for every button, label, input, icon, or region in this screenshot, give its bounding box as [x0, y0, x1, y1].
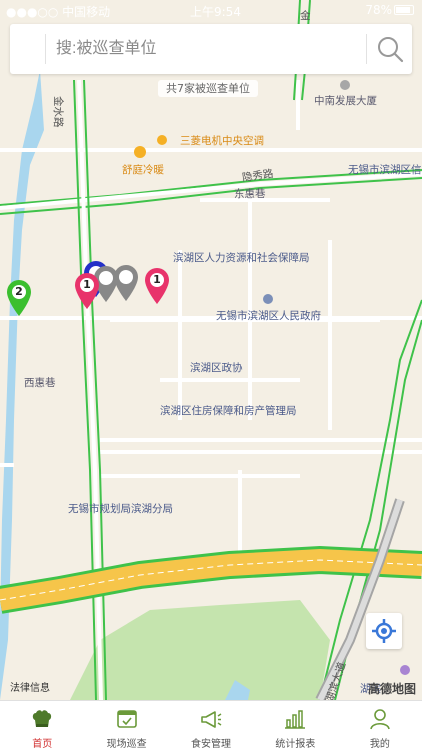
tab-label: 我的: [369, 739, 390, 750]
inspection-board-icon: [116, 710, 137, 728]
search-divider: [366, 34, 367, 64]
map-label-housing: 滨湖区住房保障和房产管理局: [160, 405, 297, 417]
user-icon: [370, 709, 390, 730]
map-label-cppcc: 滨湖区政协: [190, 362, 243, 374]
megaphone-icon: [201, 711, 222, 728]
search-divider: [45, 34, 46, 64]
status-bar: ●●●○○ 中国移动 上午9:54 78%: [0, 0, 422, 22]
status-time: 上午9:54: [190, 5, 241, 19]
map-label-jinshui-road: 金水路: [52, 96, 64, 128]
map-label-xihui-lane: 西惠巷: [24, 377, 56, 389]
marker-count: 1: [153, 273, 161, 286]
tab-label: 食安管理: [191, 739, 232, 750]
carrier-text: ●●●○○ 中国移动: [6, 5, 111, 19]
marker-count: 2: [15, 285, 23, 298]
inspection-marker[interactable]: 2: [5, 279, 33, 317]
tab-food-safety[interactable]: 食安管理: [169, 701, 253, 750]
unit-count-chip: 共7家被巡查单位: [158, 80, 258, 97]
marker-count: 1: [83, 278, 91, 291]
map-label-gov: 无锡市滨湖区人民政府: [216, 310, 321, 322]
map-brand-logo: 高德地图: [368, 682, 417, 696]
search-icon: [378, 37, 404, 63]
map-label-mitsubishi: 三菱电机中央空调: [180, 135, 264, 147]
locate-button[interactable]: [366, 613, 402, 649]
tab-label: 统计报表: [275, 739, 316, 750]
map-label-donghui-lane: 东惠巷: [234, 188, 266, 200]
tab-label: 现场巡查: [106, 739, 147, 750]
map-view[interactable]: 金水路 金 中南发展大厦 三菱电机中央空调 舒庭冷暖 隐秀路 无锡市滨湖区信 东…: [0, 0, 422, 700]
battery-percent: 78%: [365, 3, 392, 17]
tab-inspection[interactable]: 现场巡查: [84, 701, 168, 750]
inspection-marker[interactable]: 1: [143, 267, 171, 305]
battery-icon: [394, 5, 414, 15]
map-label-hr-bureau: 滨湖区人力资源和社会保障局: [173, 252, 310, 264]
legal-info-link[interactable]: 法律信息: [10, 679, 50, 694]
inspection-marker[interactable]: 1: [73, 272, 101, 310]
search-bar: [10, 24, 412, 74]
chef-hat-icon: [33, 710, 52, 727]
tab-home[interactable]: 首页: [0, 701, 84, 750]
map-label-planning: 无锡市规划局滨湖分局: [68, 503, 173, 515]
map-label-zhongnan: 中南发展大厦: [314, 95, 377, 107]
bottom-tab-bar: 首页 现场巡查 食安管理 统计报表 我的: [0, 700, 422, 750]
bar-chart-icon: [285, 710, 306, 729]
tab-profile[interactable]: 我的: [338, 701, 422, 750]
search-input[interactable]: [56, 36, 356, 62]
crosshair-icon: [372, 619, 396, 643]
map-label-shuting: 舒庭冷暖: [122, 164, 164, 176]
search-button[interactable]: [374, 34, 406, 64]
inspection-marker[interactable]: [112, 264, 140, 302]
map-label-binhu-district: 无锡市滨湖区信: [348, 164, 422, 176]
tab-statistics[interactable]: 统计报表: [253, 701, 337, 750]
tab-label: 首页: [32, 739, 53, 750]
